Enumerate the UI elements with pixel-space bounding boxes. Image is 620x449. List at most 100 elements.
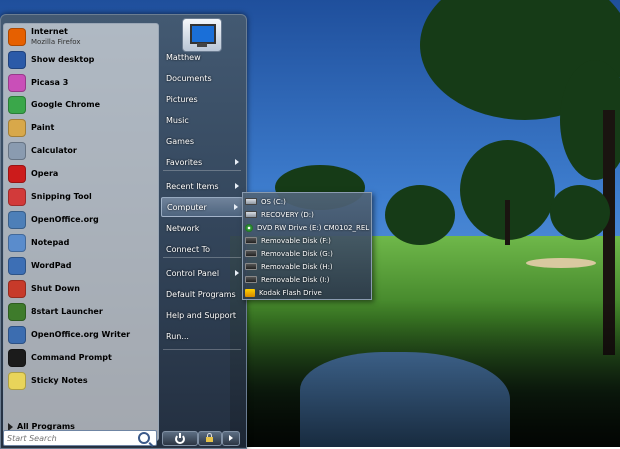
menu-separator [163,257,241,258]
right-item-label: Connect To [166,244,211,254]
shutdown-options-button[interactable] [222,431,240,446]
right-item-matthew[interactable]: Matthew [161,47,243,67]
program-item[interactable]: Opera [8,163,158,185]
right-item-documents[interactable]: Documents [161,68,243,88]
program-item[interactable]: Paint [8,117,158,139]
right-item-label: Run... [166,331,189,341]
lock-button[interactable] [198,431,222,446]
right-item-games[interactable]: Games [161,131,243,151]
drive-item[interactable]: Kodak Flash Drive [245,286,369,299]
right-item-music[interactable]: Music [161,110,243,130]
calculator-icon [8,142,26,160]
right-item-connect-to[interactable]: Connect To [161,239,243,259]
drive-item[interactable]: OS (C:) [245,195,369,208]
right-item-label: Pictures [166,94,198,104]
program-name: Sticky Notes [31,376,88,385]
program-name: OpenOffice.org [31,215,99,224]
program-label: OpenOffice.org [31,215,99,225]
program-item[interactable]: Picasa 3 [8,72,158,94]
start-search-input[interactable] [4,432,135,444]
monitor-icon [190,24,216,44]
search-icon[interactable] [138,432,150,444]
program-name: Shut Down [31,284,80,293]
program-name: OpenOffice.org Writer [31,330,131,339]
shut-down-icon [8,280,26,298]
wallpaper-bunker [526,258,596,268]
drive-item[interactable]: Removable Disk (I:) [245,273,369,286]
program-name: Paint [31,123,55,132]
wallpaper-trunk [505,200,510,245]
program-item[interactable]: OpenOffice.org [8,209,158,231]
program-item[interactable]: Sticky Notes [8,370,158,392]
right-item-label: Default Programs [166,289,236,299]
drive-item[interactable]: Removable Disk (H:) [245,260,369,273]
chrome-icon [8,96,26,114]
program-name: Picasa 3 [31,78,69,87]
arrow-right-icon [229,435,233,441]
program-label: OpenOffice.org Writer [31,330,130,340]
hard-disk-icon [245,198,257,205]
drive-label: Kodak Flash Drive [259,288,322,297]
program-item[interactable]: Show desktop [8,49,158,71]
drive-item[interactable]: Removable Disk (F:) [245,234,369,247]
chevron-right-icon [234,204,238,210]
program-label: Opera [31,169,58,179]
program-label: Notepad [31,238,69,248]
right-item-favorites[interactable]: Favorites [161,152,243,172]
power-button[interactable] [162,431,198,446]
right-item-label: Games [166,136,194,146]
right-item-control-panel[interactable]: Control Panel [161,263,243,283]
drive-item[interactable]: Removable Disk (G:) [245,247,369,260]
program-item[interactable]: OpenOffice.org Writer [8,324,158,346]
hard-disk-icon [245,211,257,218]
program-label: Google Chrome [31,100,100,110]
program-name: Show desktop [31,55,95,64]
right-item-label: Music [166,115,189,125]
program-label: Sticky Notes [31,376,88,386]
right-item-recent-items[interactable]: Recent Items [161,176,243,196]
chevron-right-icon [235,183,239,189]
wallpaper-tree [550,185,610,240]
right-item-default-programs[interactable]: Default Programs [161,284,243,304]
program-subtitle: Mozilla Firefox [31,38,81,46]
program-item[interactable]: Command Prompt [8,347,158,369]
program-name: Command Prompt [31,353,112,362]
program-label: Snipping Tool [31,192,92,202]
right-item-help-and-support[interactable]: Help and Support [161,305,243,325]
chevron-right-icon [235,159,239,165]
drive-label: Removable Disk (H:) [261,262,333,271]
drive-label: OS (C:) [261,197,286,206]
show-desktop-icon [8,51,26,69]
drive-label: DVD RW Drive (E:) CM0102_REL [257,223,370,232]
drive-label: Removable Disk (F:) [261,236,331,245]
program-item[interactable]: Internet Mozilla Firefox [8,26,158,48]
program-name: 8start Launcher [31,307,103,316]
program-name: Opera [31,169,59,178]
program-label: Shut Down [31,284,80,294]
right-item-run[interactable]: Run... [161,326,243,346]
right-item-label: Network [166,223,200,233]
drive-item[interactable]: RECOVERY (D:) [245,208,369,221]
right-item-network[interactable]: Network [161,218,243,238]
removable-disk-icon [245,263,257,270]
lock-icon-body [206,437,213,442]
program-item[interactable]: WordPad [8,255,158,277]
opera-icon [8,165,26,183]
program-name: Google Chrome [31,100,101,109]
program-item[interactable]: Snipping Tool [8,186,158,208]
program-item[interactable]: Notepad [8,232,158,254]
removable-disk-icon [245,237,257,244]
removable-disk-icon [245,250,257,257]
right-item-computer[interactable]: Computer [161,197,243,217]
program-name: Snipping Tool [31,192,92,201]
right-item-label: Recent Items [166,181,219,191]
program-item[interactable]: Shut Down [8,278,158,300]
program-item[interactable]: Calculator [8,140,158,162]
right-item-pictures[interactable]: Pictures [161,89,243,109]
kodak-flash-drive-icon [245,288,255,297]
program-item[interactable]: 8start Launcher [8,301,158,323]
start-search-box[interactable] [3,430,157,446]
drive-item[interactable]: DVD RW Drive (E:) CM0102_REL [245,221,369,234]
program-item[interactable]: Google Chrome [8,94,158,116]
notepad-icon [8,234,26,252]
